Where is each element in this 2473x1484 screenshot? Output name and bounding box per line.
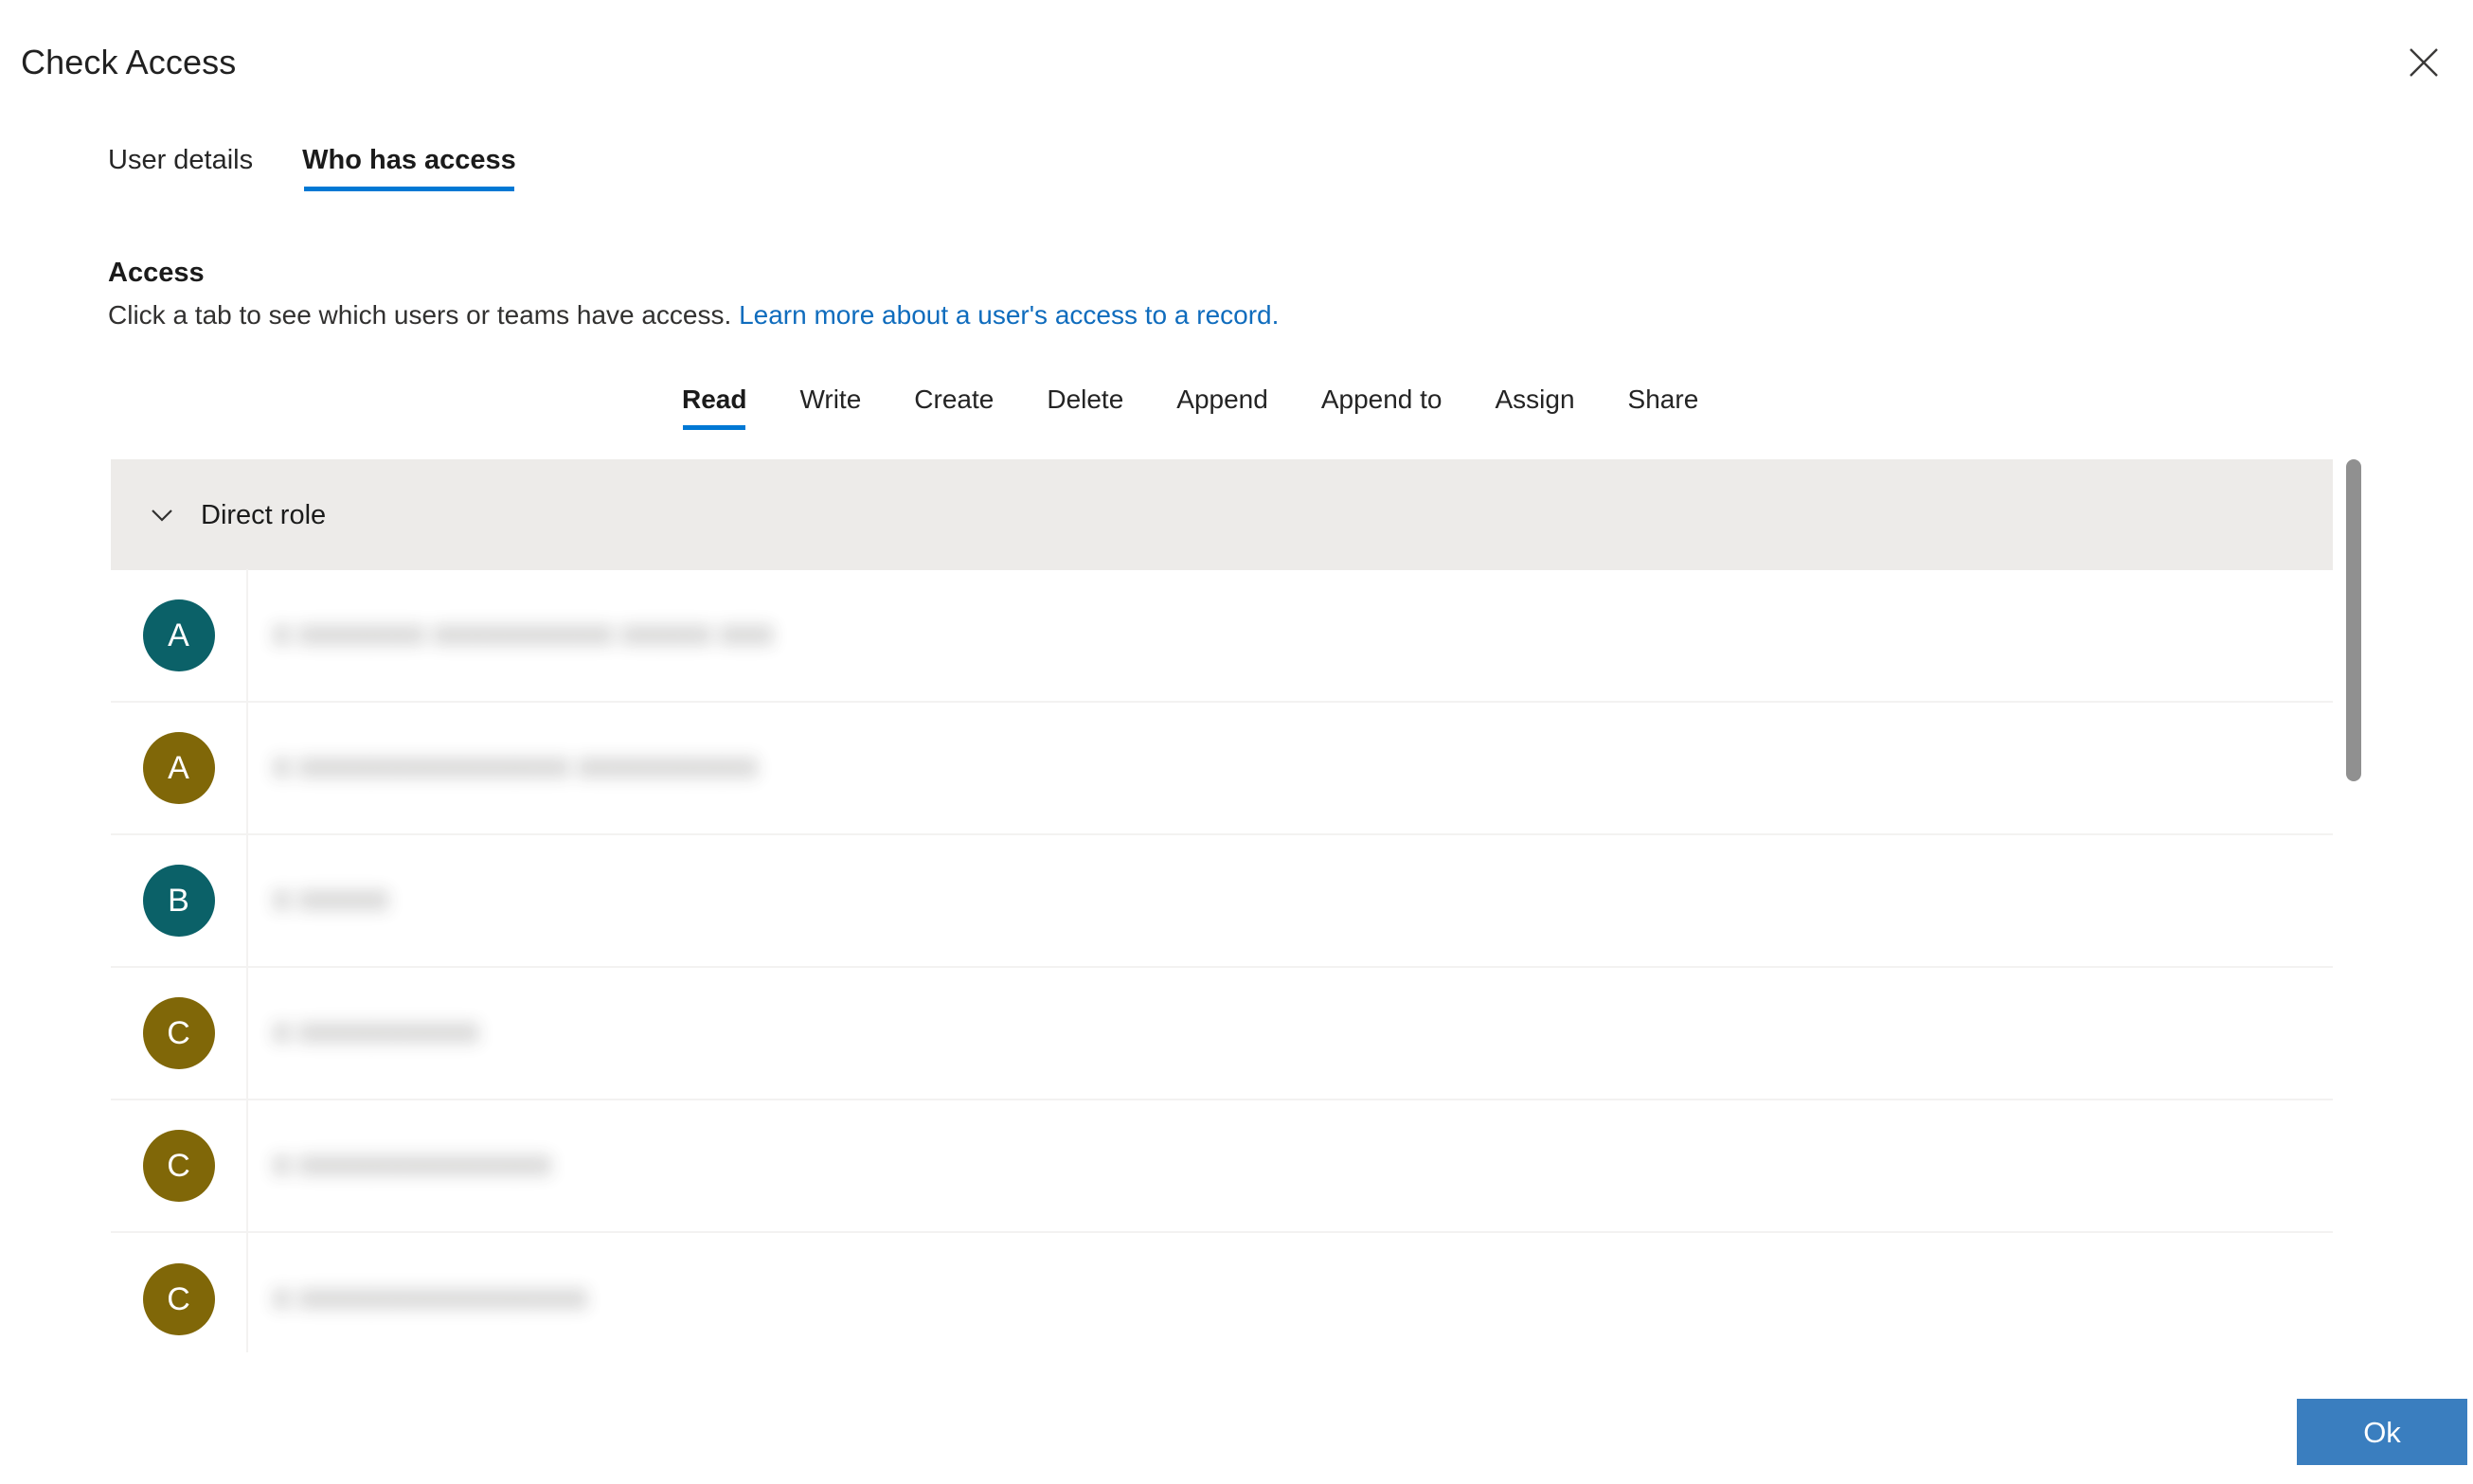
ok-button[interactable]: Ok [2297, 1399, 2467, 1465]
permission-tab-assign[interactable]: Assign [1496, 383, 1575, 436]
access-description-text: Click a tab to see which users or teams … [108, 300, 732, 330]
permission-tab-append[interactable]: Append [1176, 383, 1268, 436]
row-principal-name: X XXXXXXXXXXXXXXX XXXXXXXXXX [273, 753, 759, 782]
permission-tab-share[interactable]: Share [1628, 383, 1699, 436]
page-title: Check Access [21, 43, 237, 81]
close-icon [2408, 46, 2440, 79]
row-principal-name: X XXXXX [273, 885, 389, 915]
group-header-label: Direct role [201, 499, 327, 530]
avatar: B [142, 865, 215, 937]
avatar: C [142, 1263, 215, 1335]
pivot-tab-who-has-access[interactable]: Who has access [302, 142, 516, 199]
pivot-tablist: User details Who has access [108, 142, 516, 199]
chevron-down-icon [144, 497, 180, 533]
table-row[interactable]: B X XXXXX [111, 834, 2333, 968]
row-avatar-cell: C [111, 967, 248, 1100]
access-heading: Access [108, 258, 205, 288]
dialog-footer: Ok [0, 1353, 2473, 1484]
table-row[interactable]: A X XXXXXXXXXXXXXXX XXXXXXXXXX [111, 702, 2333, 835]
scrollbar-thumb[interactable] [2346, 459, 2361, 781]
access-description: Click a tab to see which users or teams … [108, 295, 1279, 335]
avatar: C [142, 1130, 215, 1202]
row-avatar-cell: B [111, 834, 248, 967]
avatar: A [142, 732, 215, 804]
table-row[interactable]: C X XXXXXXXXXXXXXX [111, 1100, 2333, 1233]
learn-more-link[interactable]: Learn more about a user's access to a re… [739, 300, 1279, 330]
table-row[interactable]: A X XXXXXXX XXXXXXXXXX XXXXX XXX [111, 569, 2333, 703]
row-principal-name: X XXXXXXXXXX [273, 1018, 480, 1047]
table-row[interactable]: C X XXXXXXXXXXXXXXXX [111, 1233, 2333, 1352]
permission-tablist: Read Write Create Delete Append Append to Assi… [682, 383, 1698, 436]
row-avatar-cell: A [111, 702, 248, 834]
permission-tab-read[interactable]: Read [682, 383, 746, 436]
row-principal-name: X XXXXXXXXXXXXXXXX [273, 1284, 588, 1314]
access-row-list: AX XXXXXXX XXXXXXXXXX XXXXX XXX A X XXXXXX… [111, 569, 2333, 1352]
row-principal-name: X XXXXXXX XXXXXXXXXX XXXXX XXX [273, 620, 774, 650]
row-principal-name: X XXXXXXXXXXXXXX [273, 1151, 552, 1180]
close-button[interactable] [2397, 36, 2450, 89]
permission-tab-delete[interactable]: Delete [1047, 383, 1123, 436]
access-list: Direct role A X XXXXXXX XXXXXXXXXX XXXXX … [111, 459, 2333, 1352]
check-access-dialog: Check Access User details Who has access … [0, 0, 2473, 1484]
pivot-tab-user-details[interactable]: User details [108, 142, 253, 199]
row-avatar-cell: C [111, 1100, 248, 1232]
avatar: A [142, 599, 215, 671]
list-scrollbar[interactable] [2346, 459, 2361, 1352]
row-avatar-cell: C [111, 1233, 248, 1352]
avatar: C [142, 997, 215, 1069]
permission-tab-write[interactable]: Write [799, 383, 861, 436]
permission-tab-append-to[interactable]: Append to [1321, 383, 1443, 436]
permission-tab-create[interactable]: Create [914, 383, 994, 436]
table-row[interactable]: C X XXXXXXXXXX [111, 967, 2333, 1100]
group-header-direct-role[interactable]: Direct role [111, 459, 2333, 570]
row-avatar-cell: A [111, 569, 248, 702]
